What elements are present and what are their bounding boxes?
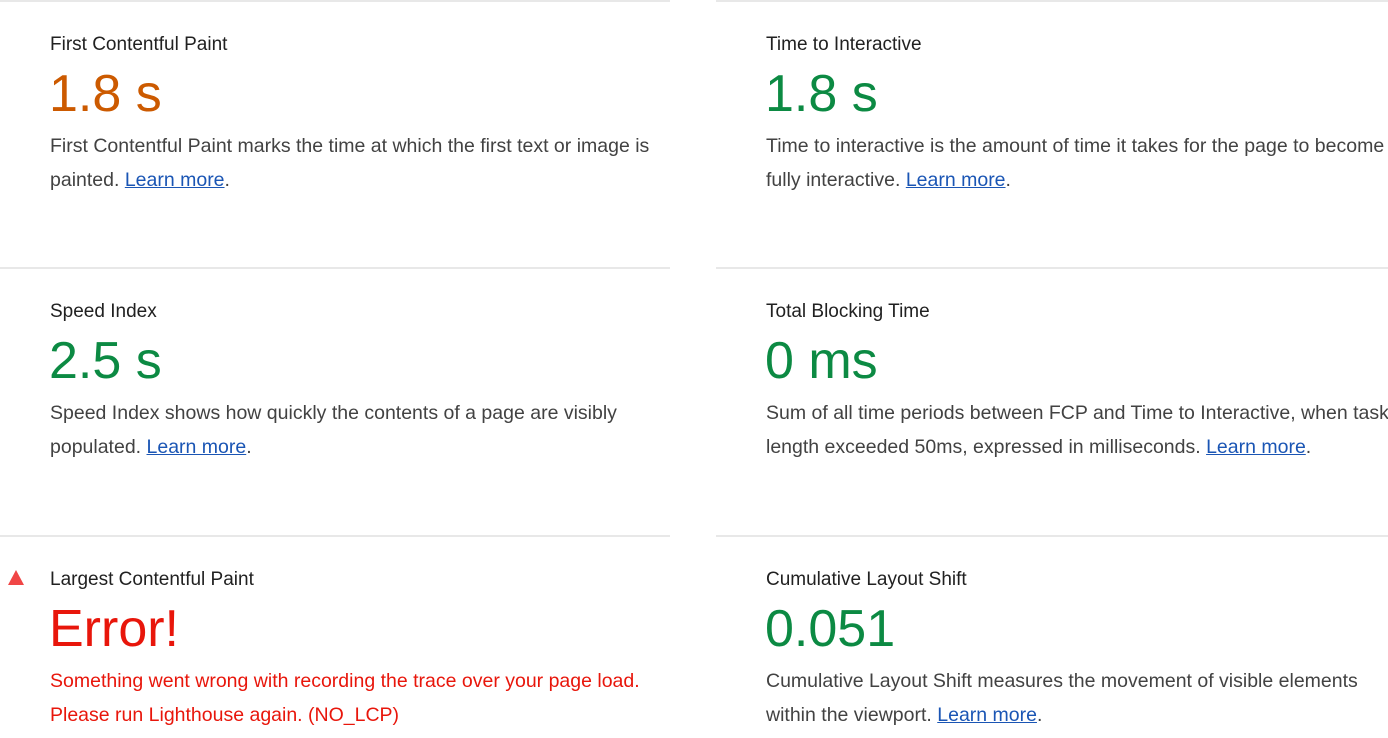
metric-value: 2.5 s <box>49 332 162 390</box>
description-suffix: . <box>246 436 252 458</box>
metric-cumulative-layout-shift: Cumulative Layout Shift 0.051 Cumulative… <box>716 535 1388 738</box>
metric-description: First Contentful Paint marks the time at… <box>50 129 675 197</box>
description-text: Speed Index shows how quickly the conten… <box>50 402 617 458</box>
metric-value: 1.8 s <box>765 65 878 123</box>
metric-description: Sum of all time periods between FCP and … <box>766 396 1388 464</box>
metrics-grid: First Contentful Paint 1.8 s First Conte… <box>0 0 1388 738</box>
description-suffix: . <box>1305 436 1312 458</box>
metric-title: Largest Contentful Paint <box>50 569 254 590</box>
description-suffix: . <box>224 169 230 191</box>
metric-title: First Contentful Paint <box>50 34 228 55</box>
metric-value: 0.051 <box>765 600 896 658</box>
metric-title: Speed Index <box>50 301 157 322</box>
metric-title: Cumulative Layout Shift <box>766 569 967 590</box>
learn-more-link[interactable]: Learn more <box>1206 436 1306 458</box>
learn-more-link[interactable]: Learn more <box>147 436 247 458</box>
metric-title: Total Blocking Time <box>766 301 930 322</box>
metric-value: Error! <box>49 600 179 658</box>
metric-title: Time to Interactive <box>766 34 922 55</box>
metric-time-to-interactive: Time to Interactive 1.8 s Time to intera… <box>716 0 1388 267</box>
metric-description: Time to interactive is the amount of tim… <box>766 129 1388 197</box>
metric-value: 0 ms <box>765 332 878 390</box>
metric-total-blocking-time: Total Blocking Time 0 ms Sum of all time… <box>716 267 1388 535</box>
metric-value: 1.8 s <box>49 65 162 123</box>
learn-more-link[interactable]: Learn more <box>937 704 1037 726</box>
description-suffix: . <box>1036 704 1043 726</box>
learn-more-link[interactable]: Learn more <box>906 169 1006 191</box>
description-suffix: . <box>1005 169 1011 191</box>
metric-error-message: Something went wrong with recording the … <box>50 670 640 726</box>
warning-triangle-icon <box>8 570 24 585</box>
description-text: Cumulative Layout Shift measures the mov… <box>766 670 1358 726</box>
metric-first-contentful-paint: First Contentful Paint 1.8 s First Conte… <box>0 0 670 267</box>
description-text: Time to interactive is the amount of tim… <box>766 135 1385 191</box>
metric-largest-contentful-paint: Largest Contentful Paint Error! Somethin… <box>0 535 670 738</box>
metric-description: Cumulative Layout Shift measures the mov… <box>766 664 1388 732</box>
metric-speed-index: Speed Index 2.5 s Speed Index shows how … <box>0 267 670 535</box>
learn-more-link[interactable]: Learn more <box>125 169 225 191</box>
metric-description: Speed Index shows how quickly the conten… <box>50 396 675 464</box>
